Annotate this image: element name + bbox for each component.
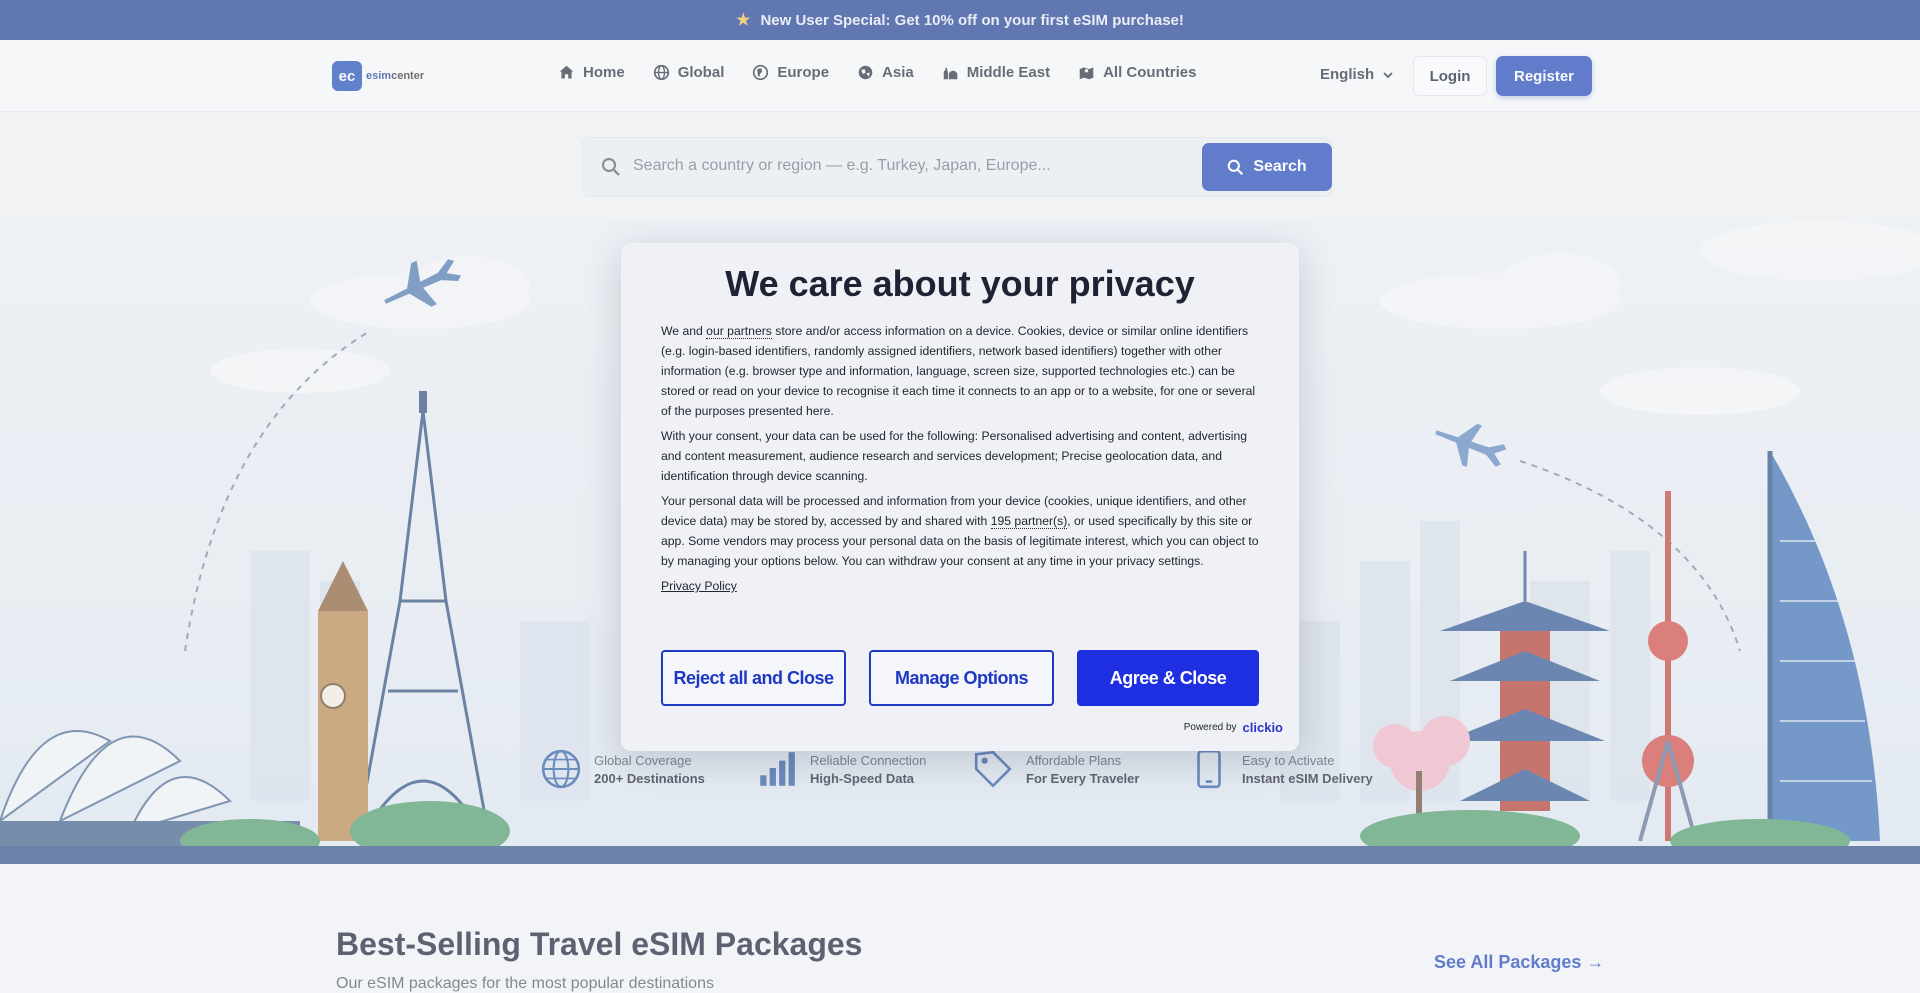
privacy-consent-dialog: We care about your privacy We and our pa…: [621, 243, 1299, 751]
consent-paragraph-2: With your consent, your data can be used…: [661, 429, 1248, 483]
reject-all-button[interactable]: Reject all and Close: [661, 650, 846, 706]
consent-paragraph-3: Your personal data will be processed and…: [661, 494, 1259, 568]
powered-by-label: Powered by: [1183, 722, 1237, 733]
agree-close-button[interactable]: Agree & Close: [1077, 650, 1259, 706]
consent-paragraph-1: We and our partners store and/or access …: [661, 324, 1256, 418]
partners-count-link[interactable]: 195 partner(s): [990, 514, 1068, 529]
consent-title: We care about your privacy: [725, 263, 1195, 304]
manage-options-button[interactable]: Manage Options: [869, 650, 1054, 706]
privacy-policy-link[interactable]: Privacy Policy: [661, 579, 737, 593]
powered-by: Powered by clickio: [1184, 720, 1283, 735]
our-partners-link[interactable]: our partners: [706, 324, 772, 339]
consent-body: We and our partners store and/or access …: [661, 321, 1261, 601]
clickio-logo: clickio: [1242, 720, 1283, 735]
